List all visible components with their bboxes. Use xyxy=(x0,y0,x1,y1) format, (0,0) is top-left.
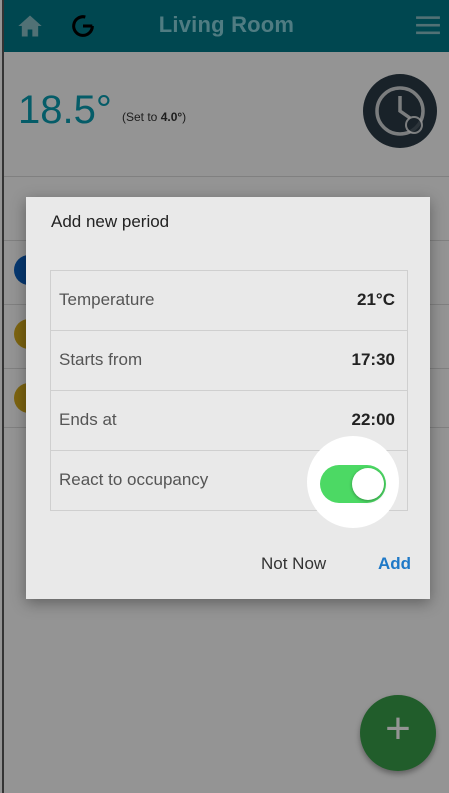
react-to-occupancy-toggle[interactable] xyxy=(320,465,396,503)
toggle-knob xyxy=(352,468,384,500)
temperature-row[interactable]: Temperature 21°C xyxy=(51,271,407,331)
temperature-label: Temperature xyxy=(59,290,155,309)
ends-at-label: Ends at xyxy=(59,410,117,429)
add-period-dialog: Add new period Temperature 21°C Starts f… xyxy=(26,197,430,599)
temperature-value: 21°C xyxy=(357,290,395,309)
starts-from-value: 17:30 xyxy=(351,350,395,369)
react-to-occupancy-label: React to occupancy xyxy=(59,470,209,489)
starts-from-label: Starts from xyxy=(59,350,143,369)
starts-from-row[interactable]: Starts from 17:30 xyxy=(51,331,407,391)
dialog-actions: Not Now Add xyxy=(26,552,430,582)
add-button[interactable]: Add xyxy=(378,554,411,574)
ends-at-value: 22:00 xyxy=(351,410,395,429)
dialog-title: Add new period xyxy=(51,212,170,231)
not-now-button[interactable]: Not Now xyxy=(261,554,326,574)
